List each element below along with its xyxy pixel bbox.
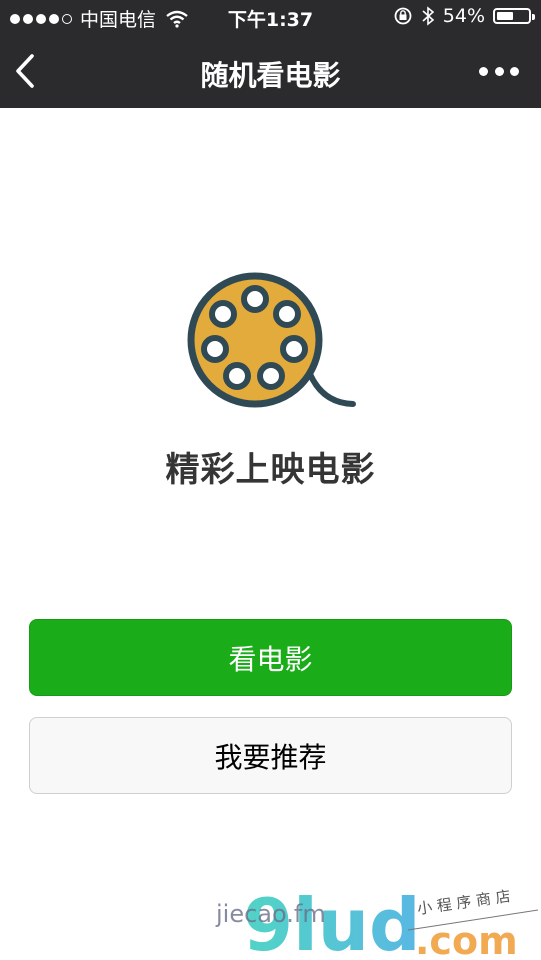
recommend-button[interactable]: 我要推荐 [29,717,512,794]
bluetooth-icon [422,6,435,26]
svg-text:.com: .com [415,919,518,960]
watermark-text: jiecao.fm [216,900,326,928]
headline: 精彩上映电影 [165,450,376,490]
status-bar: 中国电信 下午1:37 54% [0,0,541,34]
film-reel-icon [187,272,356,408]
page-title: 随机看电影 [200,59,341,92]
more-button[interactable] [479,60,519,82]
watch-movie-button[interactable]: 看电影 [29,619,512,696]
orientation-lock-icon [394,7,412,25]
svg-text:小 程 序 商 店: 小 程 序 商 店 [416,887,512,918]
nav-bar: 随机看电影 [0,34,541,108]
battery-icon [493,8,535,24]
status-right: 54% [393,5,535,27]
battery-percent: 54% [442,5,485,27]
more-dots-icon [479,66,488,76]
